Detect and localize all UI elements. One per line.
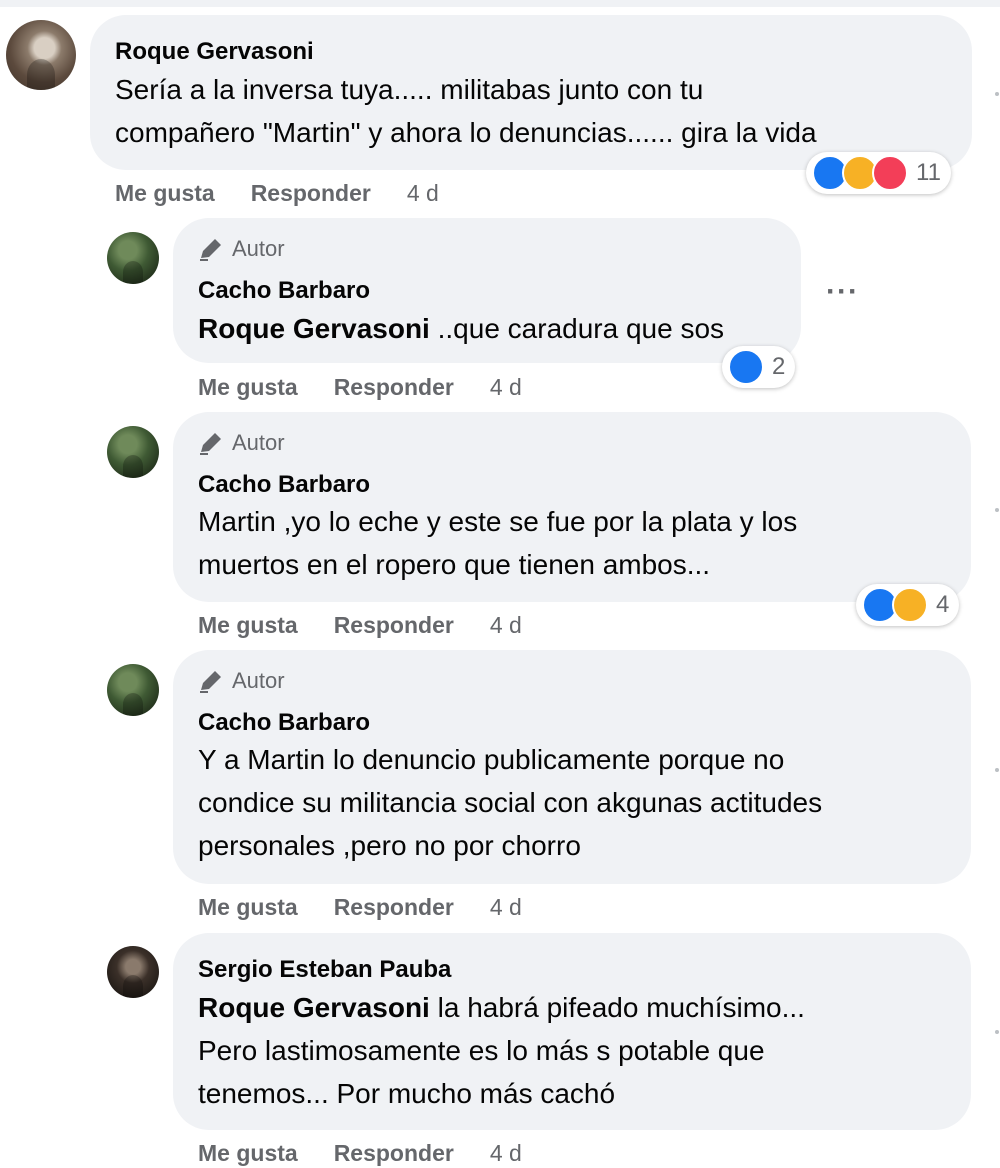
timestamp[interactable]: 4 d [490, 1140, 522, 1167]
avatar[interactable] [107, 232, 159, 284]
love-icon [872, 155, 908, 191]
author-badge: Autor [198, 668, 285, 694]
comment-actions: Me gusta Responder 4 d [198, 894, 522, 921]
comment-text-line: Sería a la inversa tuya..... militabas j… [115, 74, 704, 105]
reactions-summary[interactable]: 4 [856, 584, 960, 626]
reply-button[interactable]: Responder [334, 894, 454, 921]
like-button[interactable]: Me gusta [198, 894, 298, 921]
reaction-count: 4 [936, 591, 950, 618]
comment-text-line: compañero "Martin" y ahora lo denuncias.… [115, 117, 817, 148]
like-button[interactable]: Me gusta [198, 612, 298, 639]
comment-author[interactable]: Cacho Barbaro [198, 709, 370, 737]
author-badge: Autor [198, 430, 285, 456]
author-badge: Autor [198, 236, 285, 262]
comment-text-line: Martin ,yo lo eche y este se fue por la … [198, 506, 798, 537]
comment-actions: Me gusta Responder 4 d [198, 612, 522, 639]
pencil-icon [200, 433, 221, 455]
comment-text-line: muertos en el ropero que tienen ambos... [198, 549, 711, 580]
reply-button[interactable]: Responder [251, 180, 371, 207]
reply-button[interactable]: Responder [334, 1140, 454, 1167]
more-options-button[interactable]: ··· [826, 275, 859, 309]
comment-author[interactable]: Roque Gervasoni [115, 38, 314, 66]
comment-text-line: condice su militancia social con akgunas… [198, 787, 823, 818]
avatar[interactable] [107, 426, 159, 478]
timestamp[interactable]: 4 d [407, 180, 439, 207]
comment-actions: Me gusta Responder 4 d [198, 374, 522, 401]
avatar[interactable] [107, 946, 159, 998]
author-badge-label: Autor [232, 668, 285, 693]
haha-icon [892, 587, 928, 623]
avatar[interactable] [107, 664, 159, 716]
like-button[interactable]: Me gusta [198, 374, 298, 401]
edge-dot [995, 768, 999, 772]
comment-text-line: Roque Gervasoni la habrá pifeado muchísi… [198, 992, 805, 1023]
like-button[interactable]: Me gusta [115, 180, 215, 207]
like-button[interactable]: Me gusta [198, 1140, 298, 1167]
pencil-icon [200, 671, 221, 693]
mention-link[interactable]: Roque Gervasoni [198, 992, 430, 1023]
like-icon [728, 349, 764, 385]
comment-actions: Me gusta Responder 4 d [198, 1140, 522, 1167]
timestamp[interactable]: 4 d [490, 612, 522, 639]
author-badge-label: Autor [232, 430, 285, 455]
reply-button[interactable]: Responder [334, 374, 454, 401]
author-badge-label: Autor [232, 236, 285, 261]
reply-button[interactable]: Responder [334, 612, 454, 639]
comment-author[interactable]: Cacho Barbaro [198, 471, 370, 499]
comment-actions: Me gusta Responder 4 d [115, 180, 439, 207]
top-divider [0, 0, 1000, 7]
comment-text-line: personales ,pero no por chorro [198, 830, 581, 861]
reactions-summary[interactable]: 2 [722, 346, 796, 388]
comment-author[interactable]: Sergio Esteban Pauba [198, 956, 451, 984]
reaction-count: 2 [772, 353, 786, 380]
reactions-summary[interactable]: 11 [806, 152, 951, 194]
timestamp[interactable]: 4 d [490, 374, 522, 401]
comment-text-line: Pero lastimosamente es lo más s potable … [198, 1035, 765, 1066]
edge-dot [995, 508, 999, 512]
timestamp[interactable]: 4 d [490, 894, 522, 921]
comment-author[interactable]: Cacho Barbaro [198, 277, 370, 305]
pencil-icon [200, 239, 221, 261]
reaction-count: 11 [916, 159, 941, 186]
comment-text-line: tenemos... Por mucho más cachó [198, 1078, 616, 1109]
mention-link[interactable]: Roque Gervasoni [198, 313, 430, 344]
edge-dot [995, 1030, 999, 1034]
comment-text-line: Y a Martin lo denuncio publicamente porq… [198, 744, 785, 775]
avatar[interactable] [6, 20, 76, 90]
edge-dot [995, 92, 999, 96]
comment-text-line: Roque Gervasoni ..que caradura que sos [198, 313, 725, 344]
